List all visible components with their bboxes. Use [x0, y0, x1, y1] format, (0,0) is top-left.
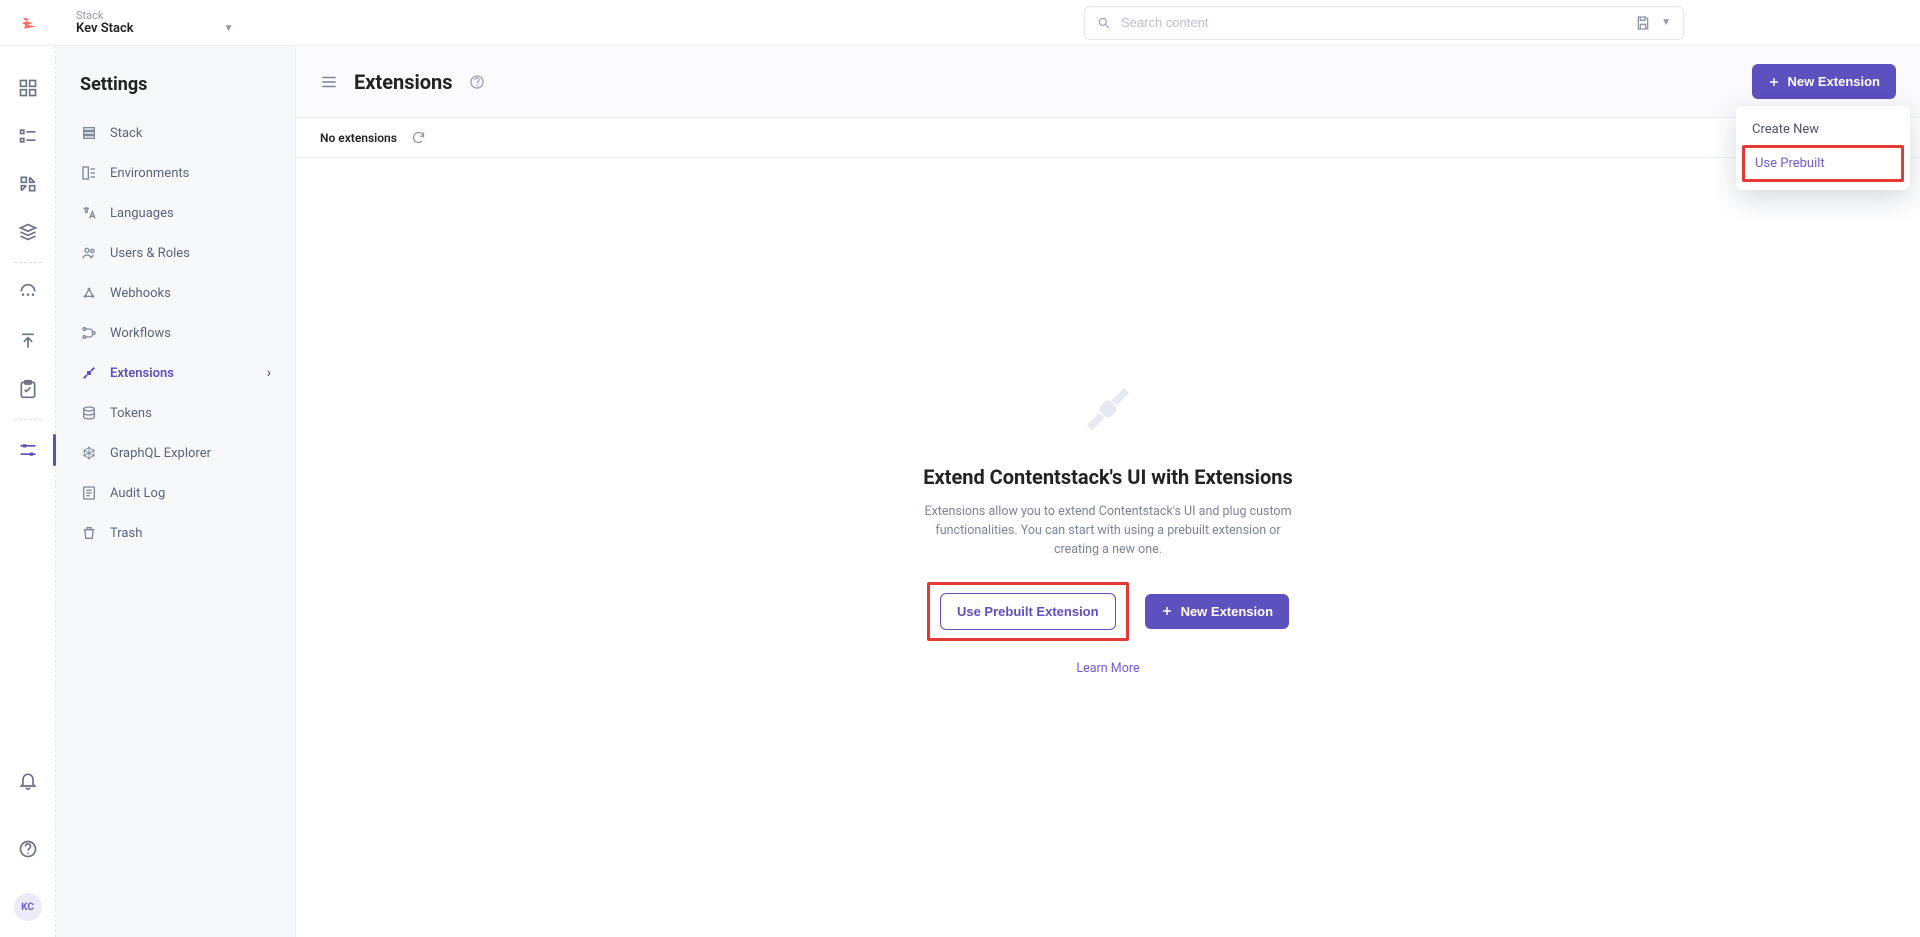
sidebar-item-webhooks[interactable]: Webhooks	[56, 273, 295, 313]
environments-icon	[80, 165, 98, 181]
rail-item-settings[interactable]	[16, 438, 40, 462]
sidebar-item-trash[interactable]: Trash	[56, 513, 295, 553]
plug-icon	[1078, 379, 1138, 439]
audit-log-icon	[80, 485, 98, 501]
main-content: Extensions New Extension Create New Use …	[296, 46, 1920, 937]
sidebar-item-audit-log[interactable]: Audit Log	[56, 473, 295, 513]
plus-icon	[1768, 76, 1780, 88]
reload-icon[interactable]	[411, 130, 426, 145]
plus-icon	[1161, 605, 1173, 617]
rail-item-entries[interactable]	[16, 124, 40, 148]
rail-item-releases[interactable]	[16, 329, 40, 353]
sidebar-item-label: Trash	[110, 526, 142, 541]
help-icon[interactable]	[469, 74, 485, 90]
page-title: Extensions	[354, 70, 453, 94]
user-avatar[interactable]: KC	[14, 893, 42, 921]
rail-item-tasks[interactable]	[16, 377, 40, 401]
sub-bar-text: No extensions	[320, 131, 397, 145]
button-label: New Extension	[1181, 604, 1273, 619]
stack-icon	[80, 125, 98, 141]
settings-sidebar: Settings Stack Environments Languages Us…	[56, 46, 296, 937]
sidebar-item-extensions[interactable]: Extensions ›	[56, 353, 295, 393]
page-header: Extensions New Extension	[296, 46, 1920, 118]
top-header: Stack Kev Stack ▼ ▼	[0, 0, 1920, 46]
sidebar-item-graphql-explorer[interactable]: GraphQL Explorer	[56, 433, 295, 473]
search-icon	[1097, 16, 1111, 30]
sidebar-item-label: Users & Roles	[110, 246, 190, 261]
sidebar-item-label: Webhooks	[110, 286, 171, 301]
users-icon	[80, 245, 98, 261]
app-logo	[20, 12, 42, 34]
sidebar-item-users-roles[interactable]: Users & Roles	[56, 233, 295, 273]
rail-item-publish-queue[interactable]	[16, 281, 40, 305]
tokens-icon	[80, 405, 98, 421]
rail-item-content-types[interactable]	[16, 220, 40, 244]
button-label: New Extension	[1788, 74, 1880, 89]
chevron-down-icon: ▼	[224, 23, 234, 34]
graphql-icon	[80, 445, 98, 461]
rail-item-dashboard[interactable]	[16, 76, 40, 100]
sidebar-item-label: Languages	[110, 206, 174, 221]
workflows-icon	[80, 325, 98, 341]
new-extension-button-center[interactable]: New Extension	[1145, 594, 1289, 629]
trash-icon	[80, 525, 98, 541]
chevron-right-icon: ›	[267, 365, 271, 381]
sidebar-item-label: Environments	[110, 166, 189, 181]
highlight-annotation: Use Prebuilt	[1742, 145, 1904, 182]
sidebar-item-tokens[interactable]: Tokens	[56, 393, 295, 433]
sidebar-title: Settings	[56, 74, 295, 113]
empty-state: Extend Contentstack's UI with Extensions…	[296, 158, 1920, 937]
languages-icon	[80, 205, 98, 221]
rail-item-assets[interactable]	[16, 172, 40, 196]
use-prebuilt-extension-button[interactable]: Use Prebuilt Extension	[940, 593, 1116, 630]
webhooks-icon	[80, 285, 98, 301]
sidebar-item-workflows[interactable]: Workflows	[56, 313, 295, 353]
menu-icon[interactable]	[320, 73, 338, 91]
empty-heading: Extend Contentstack's UI with Extensions	[923, 463, 1293, 491]
sidebar-item-label: Extensions	[110, 366, 174, 381]
sub-bar: No extensions	[296, 118, 1920, 158]
icon-rail: KC	[0, 46, 56, 937]
sidebar-item-stack[interactable]: Stack	[56, 113, 295, 153]
stack-label: Stack	[76, 10, 234, 21]
sidebar-item-label: Stack	[110, 126, 142, 141]
sidebar-item-label: Tokens	[110, 406, 152, 421]
stack-selector[interactable]: Stack Kev Stack ▼	[76, 10, 234, 36]
new-extension-dropdown: Create New Use Prebuilt	[1736, 106, 1910, 190]
dropdown-item-create-new[interactable]: Create New	[1742, 114, 1904, 145]
new-extension-button[interactable]: New Extension	[1752, 64, 1896, 99]
rail-item-help[interactable]	[16, 837, 40, 861]
sidebar-item-label: Workflows	[110, 326, 171, 341]
search-input[interactable]	[1121, 15, 1625, 30]
dropdown-item-use-prebuilt[interactable]: Use Prebuilt	[1745, 148, 1901, 179]
stack-name: Kev Stack	[76, 21, 134, 36]
search-content[interactable]: ▼	[1084, 6, 1684, 40]
extensions-icon	[80, 365, 98, 381]
chevron-down-icon[interactable]: ▼	[1661, 17, 1671, 28]
rail-item-notifications[interactable]	[16, 769, 40, 793]
learn-more-link[interactable]: Learn More	[1076, 661, 1139, 676]
sidebar-item-environments[interactable]: Environments	[56, 153, 295, 193]
highlight-annotation: Use Prebuilt Extension	[927, 582, 1129, 641]
save-icon[interactable]	[1635, 15, 1651, 31]
sidebar-item-label: GraphQL Explorer	[110, 446, 211, 461]
sidebar-item-languages[interactable]: Languages	[56, 193, 295, 233]
empty-body: Extensions allow you to extend Contentst…	[918, 503, 1298, 559]
sidebar-item-label: Audit Log	[110, 486, 165, 501]
